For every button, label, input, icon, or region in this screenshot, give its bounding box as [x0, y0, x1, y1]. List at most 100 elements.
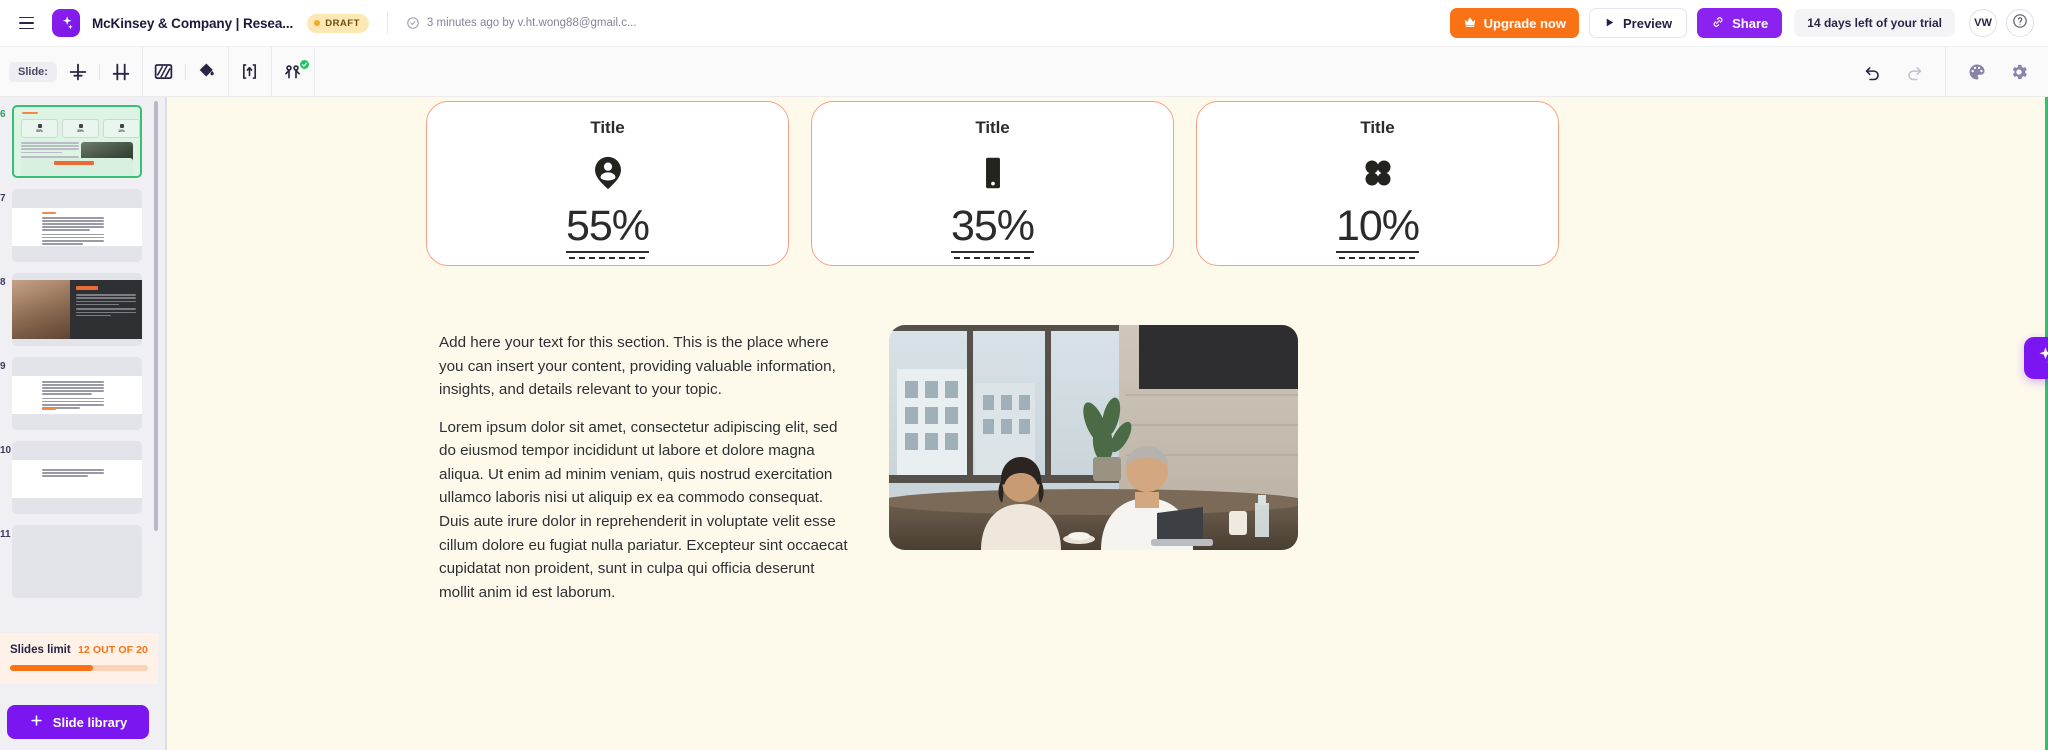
- trial-status-pill[interactable]: 14 days left of your trial: [1794, 9, 1955, 37]
- settings-button[interactable]: [1998, 47, 2040, 97]
- thumb-label-bar: [42, 408, 56, 410]
- stat-card-value[interactable]: 55%: [565, 205, 650, 253]
- last-saved-info: 3 minutes ago by v.ht.wong88@gmail.c...: [406, 16, 637, 30]
- status-badge[interactable]: DRAFT: [307, 13, 369, 33]
- crown-icon: [1463, 15, 1477, 32]
- photo-illustration: [889, 325, 1298, 550]
- slide-paragraph-2[interactable]: Lorem ipsum dolor sit amet, consectetur …: [439, 416, 853, 605]
- transition-button[interactable]: [272, 47, 314, 97]
- upgrade-now-button[interactable]: Upgrade now: [1449, 8, 1579, 38]
- status-badge-label: DRAFT: [325, 17, 360, 29]
- stat-card-3[interactable]: Title 10%: [1196, 101, 1559, 266]
- stat-card-title[interactable]: Title: [590, 118, 624, 138]
- play-icon: [1604, 16, 1615, 31]
- spacing-button[interactable]: [229, 47, 271, 97]
- slide-library-label: Slide library: [52, 714, 128, 730]
- slides-limit-header: Slides limit 12 OUT OF 20: [10, 644, 148, 656]
- list-item[interactable]: 10: [0, 441, 158, 514]
- slides-limit-progress-fill: [10, 665, 93, 671]
- slide-thumbnail-9[interactable]: [12, 357, 142, 430]
- pattern-fill-button[interactable]: [143, 47, 185, 97]
- align-vertical-button[interactable]: [57, 47, 99, 97]
- stat-card-value-wrap: 10%: [1335, 205, 1420, 259]
- share-label: Share: [1732, 15, 1769, 31]
- help-button[interactable]: [2006, 9, 2034, 37]
- thumb-text-lines: [42, 469, 104, 478]
- slide-library-button[interactable]: Slide library: [7, 705, 149, 739]
- slide-thumbnail-6[interactable]: 55% 35% 10%: [12, 105, 142, 178]
- slide-paragraph-1[interactable]: Add here your text for this section. Thi…: [439, 331, 853, 402]
- list-item[interactable]: 6 55% 35% 10%: [0, 105, 158, 178]
- list-item[interactable]: 8: [0, 273, 158, 346]
- slide-thumbnail-10[interactable]: [12, 441, 142, 514]
- editor-toolbar: Slide:: [0, 46, 2048, 97]
- redo-button[interactable]: [1893, 47, 1935, 97]
- thumb-text-lines: [76, 294, 136, 318]
- document-title[interactable]: McKinsey & Company | Resea...: [92, 16, 293, 31]
- stat-card-dashed-rule: [954, 257, 1031, 259]
- slides-limit-title: Slides limit: [10, 644, 71, 656]
- slides-limit-count: 12 OUT OF 20: [77, 644, 148, 656]
- sparkle-logo-icon[interactable]: [52, 9, 80, 37]
- undo-button[interactable]: [1851, 47, 1893, 97]
- redo-icon: [1905, 62, 1924, 81]
- list-item[interactable]: 7: [0, 189, 158, 262]
- active-slide[interactable]: Title 55% Title 35% Title 10% Add here y…: [167, 97, 2048, 750]
- share-button[interactable]: Share: [1697, 8, 1783, 38]
- slides-sidebar: 6 55% 35% 10% 7 8 9 10 11 Slides limit 1…: [0, 97, 165, 750]
- toolbar-right-group: [1851, 46, 2048, 97]
- thumb-accent-chip: [76, 286, 98, 290]
- spacing-icon: [239, 61, 260, 82]
- thumb-text-lines: [42, 217, 104, 246]
- new-feature-badge-icon: [298, 58, 310, 70]
- four-dots-grid-icon: [1359, 153, 1397, 193]
- slide-number: 8: [0, 277, 6, 288]
- slides-limit-progressbar: [10, 665, 148, 671]
- app-header: McKinsey & Company | Resea... DRAFT 3 mi…: [0, 0, 2048, 47]
- hamburger-menu-icon[interactable]: [8, 0, 44, 47]
- slide-number: 9: [0, 361, 6, 372]
- stat-card-2[interactable]: Title 35%: [811, 101, 1174, 266]
- stat-card-dashed-rule: [1339, 257, 1416, 259]
- stat-card-dashed-rule: [569, 257, 646, 259]
- list-item[interactable]: 9: [0, 357, 158, 430]
- thumb-page: [12, 460, 142, 498]
- plus-icon: [29, 713, 44, 731]
- avatar[interactable]: VW: [1969, 9, 1997, 37]
- align-horizontal-button[interactable]: [100, 47, 142, 97]
- slide-text-column[interactable]: Add here your text for this section. Thi…: [439, 325, 853, 604]
- slide-number: 7: [0, 193, 6, 204]
- preview-label: Preview: [1622, 15, 1673, 31]
- thumb-accent-chip: [54, 161, 94, 165]
- thumb-label-bar: [22, 112, 38, 114]
- slide-thumbnail-8[interactable]: [12, 273, 142, 346]
- slide-thumbnail-7[interactable]: [12, 189, 142, 262]
- sidebar-scrollbar-thumb[interactable]: [154, 101, 158, 531]
- slide-canvas-area: Title 55% Title 35% Title 10% Add here y…: [165, 97, 2048, 750]
- thumb-stat-cards: 55% 35% 10%: [21, 119, 140, 138]
- undo-icon: [1863, 62, 1882, 81]
- stat-card-1[interactable]: Title 55%: [426, 101, 789, 266]
- slide-content-row: Add here your text for this section. Thi…: [439, 325, 1561, 604]
- theme-button[interactable]: [1956, 47, 1998, 97]
- header-divider: [386, 12, 388, 34]
- stat-cards-row: Title 55% Title 35% Title 10%: [426, 101, 1560, 266]
- stat-card-value[interactable]: 35%: [950, 205, 1035, 253]
- slide-photo[interactable]: [889, 325, 1298, 550]
- preview-button[interactable]: Preview: [1588, 8, 1688, 38]
- stat-card-value-wrap: 35%: [950, 205, 1035, 259]
- stat-card-value[interactable]: 10%: [1335, 205, 1420, 253]
- toolbar-divider: [313, 46, 315, 97]
- thumb-label-bar: [42, 212, 56, 214]
- slide-thumbnail-11[interactable]: [12, 525, 142, 598]
- slide-number: 6: [0, 109, 6, 120]
- thumb-text-lines: [42, 381, 104, 410]
- list-item[interactable]: 11: [0, 525, 158, 598]
- question-circle-icon: [2012, 13, 2028, 34]
- stat-card-title[interactable]: Title: [975, 118, 1009, 138]
- stat-card-title[interactable]: Title: [1360, 118, 1394, 138]
- slide-number: 10: [0, 445, 12, 456]
- ai-assistant-button[interactable]: [2024, 337, 2048, 379]
- paint-bucket-button[interactable]: [186, 47, 228, 97]
- align-vertical-icon: [67, 61, 89, 83]
